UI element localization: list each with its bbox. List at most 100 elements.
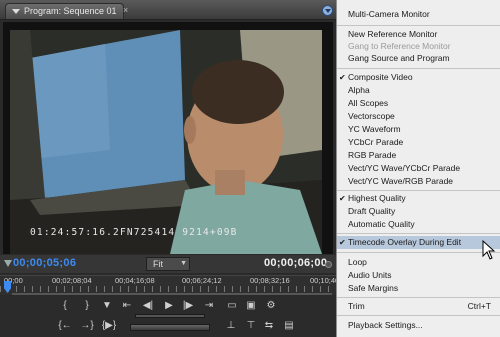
tab-program-sequence[interactable]: Program: Sequence 01	[5, 3, 124, 19]
menu-item-shortcut: Ctrl+T	[467, 301, 491, 311]
panel-context-menu: Multi-Camera Monitor New Reference Monit…	[336, 0, 500, 337]
safe-margins-button[interactable]: ▣	[244, 300, 258, 312]
menu-separator	[337, 68, 500, 69]
menu-item-label: Composite Video	[348, 72, 413, 82]
set-marker-button[interactable]: ▼	[100, 300, 114, 312]
menu-item-playback-settings[interactable]: Playback Settings...	[337, 319, 500, 332]
current-timecode[interactable]: 00;00;05;06	[13, 257, 76, 269]
mark-in-button[interactable]: {	[58, 300, 72, 312]
menu-item-label: All Scopes	[348, 98, 389, 108]
go-to-out-button[interactable]: ⇥	[202, 300, 216, 312]
transport-controls: { } ▼ ⇤ ◀| ▶ |▶ ⇥ ▭ ▣ ⚙ {← →} {▶} ⊥ ⊤ ⇆ …	[0, 297, 336, 337]
ruler-label: 00;02;08;04	[52, 276, 92, 285]
program-monitor-window: Program: Sequence 01 × 01:24:57:16.2FN72…	[0, 0, 500, 337]
menu-item-label: Draft Quality	[348, 206, 396, 216]
checkmark-icon: ✔	[339, 238, 346, 247]
ruler-label: 00;06;24;12	[182, 276, 222, 285]
menu-item-multi-camera-monitor[interactable]: Multi-Camera Monitor	[337, 8, 500, 21]
go-to-in-button[interactable]: ⇤	[120, 300, 134, 312]
menu-item-loop[interactable]: Loop	[337, 256, 500, 269]
menu-item-label: Gang Source and Program	[348, 53, 450, 63]
menu-item-label: Trim	[348, 301, 365, 311]
mouse-pointer-icon	[482, 240, 496, 260]
menu-item-label: Audio Units	[348, 270, 392, 280]
play-button[interactable]: ▶	[162, 300, 176, 312]
settings-icon[interactable]: ⚙	[264, 300, 278, 312]
menu-item-label: RGB Parade	[348, 150, 397, 160]
menu-item-ycbcr-parade[interactable]: YCbCr Parade	[337, 136, 500, 149]
export-frame-button[interactable]: ▤	[282, 320, 296, 332]
menu-item-label: Timecode Overlay During Edit	[348, 237, 462, 247]
menu-separator	[337, 233, 500, 234]
shuttle-wheel[interactable]	[130, 324, 210, 331]
menu-item-label: Loop	[348, 257, 367, 267]
menu-item-gang-source-and-program[interactable]: Gang Source and Program	[337, 52, 500, 65]
video-scene-illustration	[10, 30, 322, 254]
menu-separator	[337, 315, 500, 316]
step-back-button[interactable]: ◀|	[141, 300, 155, 312]
tab-dropdown-icon[interactable]	[12, 9, 20, 14]
timecode-overlay: 01:24:57:16.2FN725414 9214+09B	[30, 227, 238, 238]
menu-item-alpha[interactable]: Alpha	[337, 84, 500, 97]
wing-menu-icon[interactable]	[325, 261, 332, 268]
menu-item-highest-quality[interactable]: ✔ Highest Quality	[337, 192, 500, 205]
menu-item-label: Vectorscope	[348, 111, 395, 121]
menu-item-label: YC Waveform	[348, 124, 401, 134]
output-button[interactable]: ▭	[225, 300, 239, 312]
video-preview-image	[10, 30, 322, 254]
panel-header: Program: Sequence 01 ×	[0, 0, 336, 20]
menu-item-all-scopes[interactable]: All Scopes	[337, 97, 500, 110]
menu-item-safe-margins[interactable]: Safe Margins	[337, 282, 500, 295]
trim-button[interactable]: ⇆	[262, 320, 276, 332]
ruler-ticks	[0, 286, 336, 292]
menu-item-label: Safe Margins	[348, 283, 399, 293]
time-ruler[interactable]: 00;00 00;02;08;04 00;04;16;08 00;06;24;1…	[0, 275, 341, 295]
ruler-label: 00;04;16;08	[115, 276, 155, 285]
tab-label: Program: Sequence 01	[24, 6, 117, 16]
jog-slider[interactable]	[135, 314, 205, 318]
duration-timecode: 00;00;06;00	[264, 257, 328, 269]
play-in-out-button[interactable]: {▶}	[98, 320, 120, 332]
menu-item-vect-yc-wave-rgb-parade[interactable]: Vect/YC Wave/RGB Parade	[337, 175, 500, 188]
menu-item-label: YCbCr Parade	[348, 137, 404, 147]
viewing-area-bar[interactable]	[12, 293, 332, 295]
menu-item-draft-quality[interactable]: Draft Quality	[337, 205, 500, 218]
menu-separator	[337, 297, 500, 298]
menu-item-label: Automatic Quality	[348, 219, 415, 229]
menu-item-vect-yc-wave-ycbcr-parade[interactable]: Vect/YC Wave/YCbCr Parade	[337, 162, 500, 175]
menu-item-audio-units[interactable]: Audio Units	[337, 269, 500, 282]
extract-button[interactable]: ⊤	[244, 320, 258, 332]
menu-item-composite-video[interactable]: ✔ Composite Video	[337, 71, 500, 84]
in-marker-icon	[4, 260, 12, 267]
lift-button[interactable]: ⊥	[224, 320, 238, 332]
menu-item-trim[interactable]: Trim Ctrl+T	[337, 300, 500, 313]
zoom-level-select[interactable]: Fit ▼	[146, 257, 190, 271]
step-forward-button[interactable]: |▶	[181, 300, 195, 312]
panel-menu-button[interactable]	[322, 5, 333, 16]
menu-separator	[337, 252, 500, 253]
ruler-label: 00;08;32;16	[250, 276, 290, 285]
menu-item-rgb-parade[interactable]: RGB Parade	[337, 149, 500, 162]
menu-item-label: Multi-Camera Monitor	[348, 9, 430, 19]
menu-item-label: Playback Settings...	[348, 320, 423, 330]
menu-item-label: New Reference Monitor	[348, 29, 438, 39]
menu-separator	[337, 190, 500, 191]
menu-item-yc-waveform[interactable]: YC Waveform	[337, 123, 500, 136]
go-prev-marker-button[interactable]: {←	[56, 320, 74, 332]
checkmark-icon: ✔	[339, 73, 346, 82]
menu-item-label: Alpha	[348, 85, 370, 95]
menu-item-vectorscope[interactable]: Vectorscope	[337, 110, 500, 123]
go-next-marker-button[interactable]: →}	[78, 320, 96, 332]
zoom-level-value: Fit	[153, 259, 163, 269]
menu-item-label: Gang to Reference Monitor	[348, 41, 451, 51]
chevron-down-icon: ▼	[180, 260, 187, 267]
menu-item-label: Vect/YC Wave/YCbCr Parade	[348, 163, 461, 173]
menu-item-automatic-quality[interactable]: Automatic Quality	[337, 218, 500, 231]
menu-separator	[337, 25, 500, 26]
menu-item-label: Vect/YC Wave/RGB Parade	[348, 176, 454, 186]
mark-out-button[interactable]: }	[80, 300, 94, 312]
close-icon[interactable]: ×	[123, 6, 128, 15]
time-row: 00;00;05;06 Fit ▼ 00;00;06;00	[0, 255, 336, 273]
menu-item-label: Highest Quality	[348, 193, 406, 203]
menu-item-timecode-overlay-during-edit[interactable]: ✔ Timecode Overlay During Edit	[337, 236, 500, 249]
